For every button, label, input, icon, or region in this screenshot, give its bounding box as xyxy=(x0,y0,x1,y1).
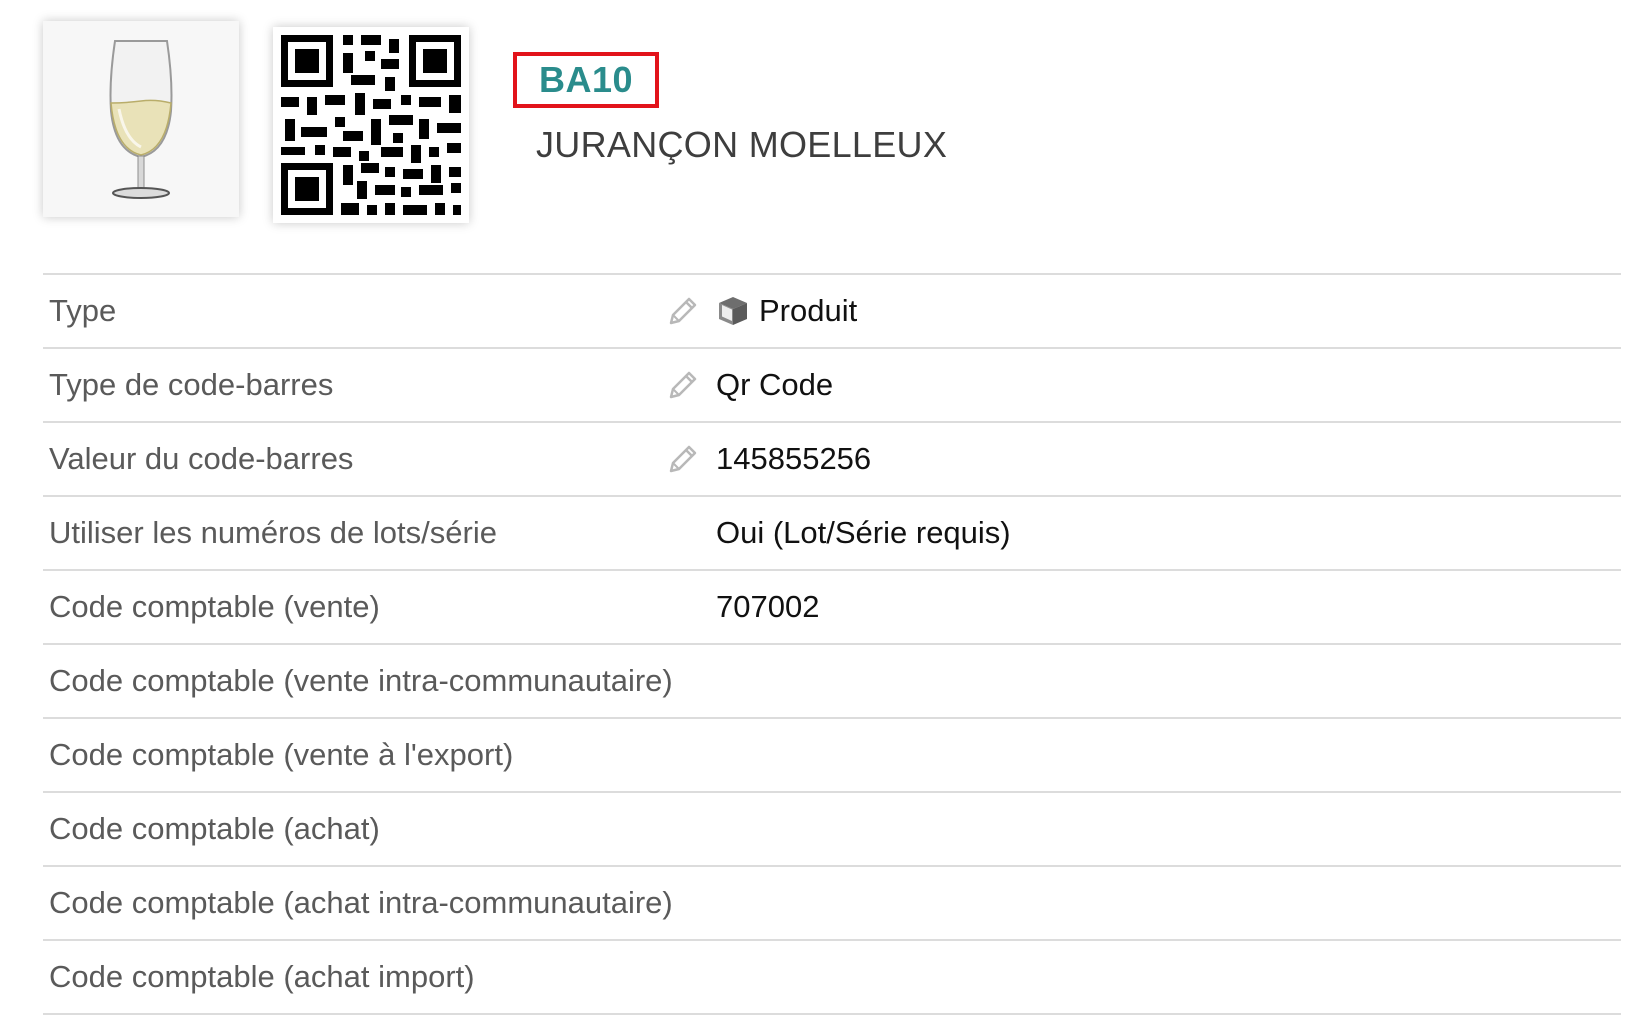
field-row-barcode-type: Type de code-barres Qr Code xyxy=(43,349,1621,423)
field-label: Valeur du code-barres xyxy=(49,441,354,476)
field-label: Code comptable (vente) xyxy=(49,589,380,624)
barcode-image[interactable] xyxy=(273,27,469,223)
field-value-text: Produit xyxy=(759,293,858,328)
field-value: Produit xyxy=(716,293,857,329)
edit-pencil-icon[interactable] xyxy=(665,293,701,329)
field-row-accounting-purchase: Code comptable (achat) xyxy=(43,793,1621,867)
field-row-accounting-sale-export: Code comptable (vente à l'export) xyxy=(43,719,1621,793)
field-row-accounting-sale: Code comptable (vente) 707002 xyxy=(43,571,1621,645)
field-label: Type xyxy=(49,293,117,328)
field-value: 145855256 xyxy=(716,441,872,476)
field-label: Code comptable (vente à l'export) xyxy=(49,737,514,772)
field-value: Qr Code xyxy=(716,367,834,402)
field-row-type: Type Produit xyxy=(43,275,1621,349)
field-row-accounting-sale-intra: Code comptable (vente intra-communautair… xyxy=(43,645,1621,719)
field-label: Code comptable (achat import) xyxy=(49,959,475,994)
edit-pencil-icon[interactable] xyxy=(665,367,701,403)
qr-code-icon xyxy=(273,27,469,223)
field-value: 707002 xyxy=(716,589,820,624)
wine-glass-icon xyxy=(43,21,239,217)
cube-icon xyxy=(719,297,747,325)
field-label: Code comptable (achat intra-communautair… xyxy=(49,885,673,920)
field-label: Code comptable (achat) xyxy=(49,811,380,846)
field-row-accounting-purchase-import: Code comptable (achat import) xyxy=(43,941,1621,1015)
field-row-accounting-purchase-intra: Code comptable (achat intra-communautair… xyxy=(43,867,1621,941)
field-label: Type de code-barres xyxy=(49,367,334,402)
field-label: Code comptable (vente intra-communautair… xyxy=(49,663,673,698)
field-row-barcode-value: Valeur du code-barres 145855256 xyxy=(43,423,1621,497)
product-ref: BA10 xyxy=(539,59,634,100)
field-label: Utiliser les numéros de lots/série xyxy=(49,515,497,550)
field-row-lot-serial: Utiliser les numéros de lots/série Oui (… xyxy=(43,497,1621,571)
edit-pencil-icon[interactable] xyxy=(665,441,701,477)
product-fields-table: Type Produit Type de code-barres Qr Code… xyxy=(43,273,1621,1015)
product-label: JURANÇON MOELLEUX xyxy=(536,124,948,165)
field-value: Oui (Lot/Série requis) xyxy=(716,515,1011,550)
product-card-page: BA10 JURANÇON MOELLEUX Type Produit Type… xyxy=(0,0,1649,1018)
product-photo[interactable] xyxy=(43,21,239,217)
product-ref-highlight: BA10 xyxy=(513,52,660,108)
